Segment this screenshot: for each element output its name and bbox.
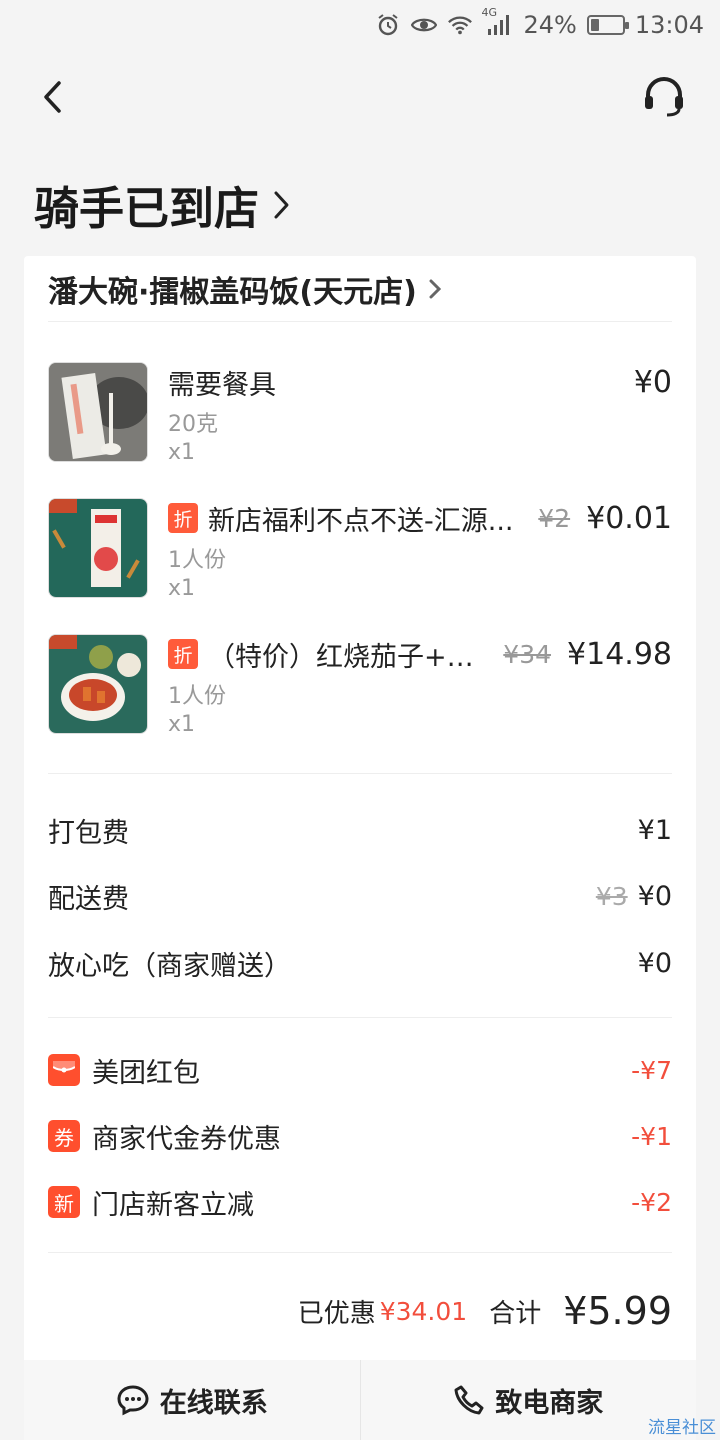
shop-name: 潘大碗·擂椒盖码饭(天元店) <box>48 274 417 310</box>
item-image-eggplant-rice <box>48 634 148 734</box>
fee-row-delivery: 配送费 ¥3 ¥0 <box>48 874 672 918</box>
item-spec: 1人份 <box>168 684 226 709</box>
signal-icon: 4G <box>481 6 513 38</box>
phone-icon <box>454 1385 484 1415</box>
fee-label: 打包费 <box>48 817 129 849</box>
battery-icon <box>586 15 629 35</box>
discount-tag: 折 <box>168 639 198 669</box>
item-spec: 1人份 <box>168 548 226 573</box>
item-price: ¥0 <box>633 364 672 400</box>
customer-service-button[interactable] <box>640 72 688 120</box>
item-quantity: x1 <box>168 576 196 601</box>
call-merchant-label: 致电商家 <box>495 1387 604 1419</box>
battery-percent: 24% <box>523 11 577 39</box>
fee-value: ¥0 <box>637 880 672 912</box>
fee-row-assurance[interactable]: 放心吃（商家赠送） ¥0 <box>48 941 672 985</box>
divider <box>48 1252 672 1253</box>
discount-label: 商家代金券优惠 <box>92 1123 281 1155</box>
discount-label: 门店新客立减 <box>92 1189 254 1221</box>
item-quantity: x1 <box>168 712 196 737</box>
total-value: ¥5.99 <box>563 1289 672 1333</box>
clock-time: 13:04 <box>634 11 704 39</box>
fee-row-packing: 打包费 ¥1 <box>48 808 672 852</box>
fee-value: ¥1 <box>637 814 672 846</box>
chevron-right-icon <box>274 191 289 218</box>
back-button[interactable] <box>32 74 72 120</box>
headset-icon <box>645 77 683 117</box>
nav-bar <box>0 62 720 132</box>
item-image-tableware <box>48 362 148 462</box>
item-price: ¥14.98 <box>567 636 672 672</box>
item-price: ¥0.01 <box>586 500 672 536</box>
item-name: （特价）红烧茄子+擂... <box>208 641 492 673</box>
total-label: 合计 <box>489 1298 542 1329</box>
wifi-icon <box>447 12 473 38</box>
fee-value: ¥0 <box>637 947 672 979</box>
discount-tag: 折 <box>168 503 198 533</box>
chat-bubble-icon <box>117 1385 149 1416</box>
eye-icon <box>411 12 438 38</box>
discount-row-voucher: 券 商家代金券优惠 -¥1 <box>48 1114 672 1158</box>
list-item[interactable]: 折 （特价）红烧茄子+擂... ¥34 ¥14.98 1人份 x1 <box>48 634 672 744</box>
list-item[interactable]: 需要餐具 ¥0 20克 x1 <box>48 362 672 472</box>
new-customer-badge: 新 <box>48 1186 80 1218</box>
discount-row-red-packet: 美团红包 -¥7 <box>48 1048 672 1092</box>
saved-label: 已优惠 <box>297 1298 376 1329</box>
action-bar: 在线联系 致电商家 <box>24 1360 696 1440</box>
order-status-title[interactable]: 骑手已到店 <box>34 172 291 237</box>
discount-value: -¥2 <box>631 1187 672 1217</box>
watermark: 流星社区 <box>648 1418 716 1438</box>
voucher-badge: 券 <box>48 1120 80 1152</box>
chevron-left-icon <box>44 81 61 113</box>
item-original-price: ¥2 <box>538 503 571 533</box>
divider <box>48 773 672 774</box>
fee-label: 配送费 <box>48 883 129 915</box>
discount-row-new-customer: 新 门店新客立减 -¥2 <box>48 1180 672 1224</box>
status-bar: 4G 24% 13:04 <box>0 0 720 50</box>
online-chat-label: 在线联系 <box>159 1387 268 1419</box>
order-status-text: 骑手已到店 <box>34 182 260 235</box>
item-original-price: ¥34 <box>503 639 552 669</box>
order-summary: 已优惠 ¥34.01 合计 ¥5.99 <box>48 1286 672 1336</box>
network-type: 4G <box>481 6 498 19</box>
order-card: 潘大碗·擂椒盖码饭(天元店) 需要餐具 ¥0 20克 x1 折 新店福利不点不送… <box>24 256 696 1440</box>
online-chat-button[interactable]: 在线联系 <box>24 1360 360 1440</box>
divider <box>48 1017 672 1018</box>
shop-link[interactable]: 潘大碗·擂椒盖码饭(天元店) <box>48 256 672 322</box>
item-spec: 20克 <box>168 412 218 437</box>
discount-value: -¥7 <box>631 1055 672 1085</box>
alarm-icon <box>375 12 401 38</box>
list-item[interactable]: 折 新店福利不点不送-汇源... ¥2 ¥0.01 1人份 x1 <box>48 498 672 608</box>
item-name: 需要餐具 <box>168 369 276 401</box>
saved-value: ¥34.01 <box>379 1296 468 1326</box>
item-name: 新店福利不点不送-汇源... <box>208 505 514 537</box>
chevron-right-icon <box>429 279 441 298</box>
discount-label: 美团红包 <box>92 1057 200 1089</box>
fee-original-value: ¥3 <box>595 881 628 911</box>
fee-label: 放心吃（商家赠送） <box>48 950 291 982</box>
item-quantity: x1 <box>168 440 196 465</box>
discount-value: -¥1 <box>631 1121 672 1151</box>
item-image-juice <box>48 498 148 598</box>
red-packet-icon <box>48 1054 80 1086</box>
